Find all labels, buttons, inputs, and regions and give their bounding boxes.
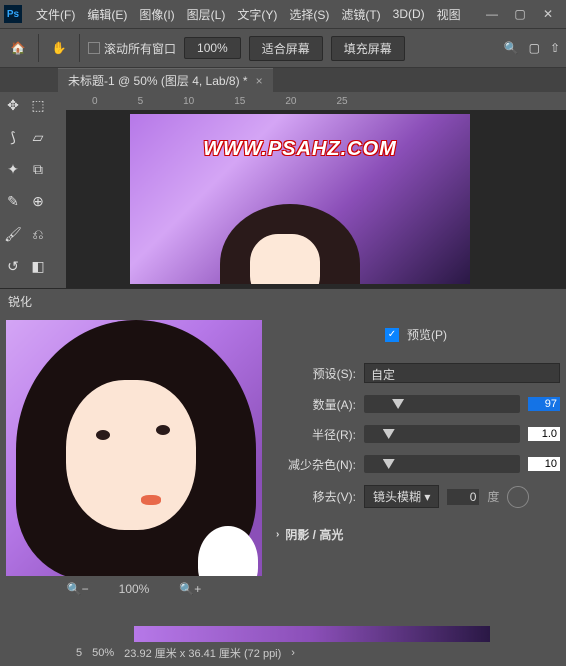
reduce-noise-value[interactable]: 10: [528, 457, 560, 471]
menu-select[interactable]: 选择(S): [283, 6, 335, 23]
close-tab-icon[interactable]: ×: [256, 74, 263, 88]
share-icon[interactable]: ⇧: [550, 41, 560, 55]
zoom-percent[interactable]: 100%: [184, 37, 241, 59]
fill-screen-button[interactable]: 填充屏幕: [331, 36, 405, 61]
lasso-tool[interactable]: ⟆: [2, 126, 24, 148]
remove-label: 移去(V):: [272, 488, 356, 505]
radius-slider[interactable]: [364, 425, 520, 443]
menu-layer[interactable]: 图层(L): [181, 6, 232, 23]
menu-3d[interactable]: 3D(D): [387, 7, 431, 21]
menu-view[interactable]: 视图: [431, 6, 467, 23]
brush-tool[interactable]: 🖌: [2, 223, 24, 245]
document-tab-label: 未标题-1 @ 50% (图层 4, Lab/8) *: [68, 72, 248, 89]
minimize-button[interactable]: —: [478, 4, 506, 24]
status-thumbnail: [134, 626, 490, 642]
canvas[interactable]: WWW.PSAHZ.COM: [130, 114, 470, 284]
status-dimensions: 23.92 厘米 x 36.41 厘米 (72 ppi): [124, 645, 281, 661]
search-icon[interactable]: 🔍: [504, 41, 519, 55]
eraser-tool[interactable]: ◧: [27, 256, 49, 278]
amount-value[interactable]: 97: [528, 397, 560, 411]
toolbox: ✥ ⬚ ⟆ ▱ ✦ ⧉ ✎ ⊕ 🖌 ⎌ ↺ ◧: [0, 92, 52, 288]
fit-screen-button[interactable]: 适合屏幕: [249, 36, 323, 61]
menu-edit[interactable]: 编辑(E): [81, 6, 133, 23]
watermark-text: WWW.PSAHZ.COM: [130, 138, 470, 161]
preset-select[interactable]: 自定: [364, 363, 560, 383]
radius-label: 半径(R):: [272, 426, 356, 443]
menu-image[interactable]: 图像(I): [133, 6, 180, 23]
history-tool[interactable]: ↺: [2, 256, 24, 278]
stamp-tool[interactable]: ⎌: [27, 223, 49, 245]
menu-text[interactable]: 文字(Y): [231, 6, 283, 23]
document-tab[interactable]: 未标题-1 @ 50% (图层 4, Lab/8) * ×: [58, 68, 273, 92]
healing-tool[interactable]: ⊕: [27, 191, 49, 213]
eyedropper-tool[interactable]: ✎: [2, 191, 24, 213]
scroll-all-checkbox[interactable]: 滚动所有窗口: [88, 40, 176, 57]
degree-label: 度: [487, 488, 499, 505]
ruler-vertical: [52, 110, 66, 288]
polygon-lasso-tool[interactable]: ▱: [27, 126, 49, 148]
remove-select[interactable]: 镜头模糊 ▾: [364, 485, 439, 508]
home-icon[interactable]: 🏠: [6, 36, 30, 60]
status-ruler-v: 5: [76, 647, 82, 659]
radius-value[interactable]: 1.0: [528, 427, 560, 441]
remove-degree-value[interactable]: 0: [447, 489, 479, 505]
frame-icon[interactable]: ▢: [529, 41, 540, 55]
menu-filter[interactable]: 滤镜(T): [335, 6, 386, 23]
maximize-button[interactable]: ▢: [506, 4, 534, 24]
preview-checkbox-label: 预览(P): [407, 326, 447, 343]
amount-slider[interactable]: [364, 395, 520, 413]
ruler-horizontal: 0510152025: [52, 92, 566, 110]
status-zoom[interactable]: 50%: [92, 647, 114, 659]
status-chevron-icon[interactable]: ›: [291, 647, 295, 659]
move-tool[interactable]: ✥: [2, 94, 24, 116]
sharpen-panel: 锐化 🔍− 100% 🔍+ ✓ 预览(P) 预设(S):: [0, 288, 566, 626]
preset-label: 预设(S):: [272, 365, 356, 382]
preview-zoom: 100%: [119, 582, 150, 596]
reduce-noise-label: 减少杂色(N):: [272, 456, 356, 473]
shadow-highlight-label: 阴影 / 高光: [285, 526, 343, 543]
reduce-noise-slider[interactable]: [364, 455, 520, 473]
marquee-tool[interactable]: ⬚: [27, 94, 49, 116]
ps-logo: Ps: [4, 5, 22, 23]
wand-tool[interactable]: ✦: [2, 159, 24, 181]
shadow-highlight-section[interactable]: › 阴影 / 高光: [272, 520, 560, 543]
crop-tool[interactable]: ⧉: [27, 159, 49, 181]
zoom-in-icon[interactable]: 🔍+: [179, 582, 201, 596]
chevron-right-icon: ›: [276, 529, 279, 540]
hand-icon[interactable]: ✋: [47, 36, 71, 60]
zoom-out-icon[interactable]: 🔍−: [67, 582, 89, 596]
panel-title: 锐化: [0, 289, 566, 314]
amount-label: 数量(A):: [272, 396, 356, 413]
preview-checkbox[interactable]: ✓: [385, 328, 399, 342]
close-button[interactable]: ✕: [534, 4, 562, 24]
angle-dial[interactable]: [507, 486, 529, 508]
preview-image[interactable]: [6, 320, 262, 576]
scroll-all-label: 滚动所有窗口: [104, 40, 176, 57]
menu-file[interactable]: 文件(F): [30, 6, 81, 23]
